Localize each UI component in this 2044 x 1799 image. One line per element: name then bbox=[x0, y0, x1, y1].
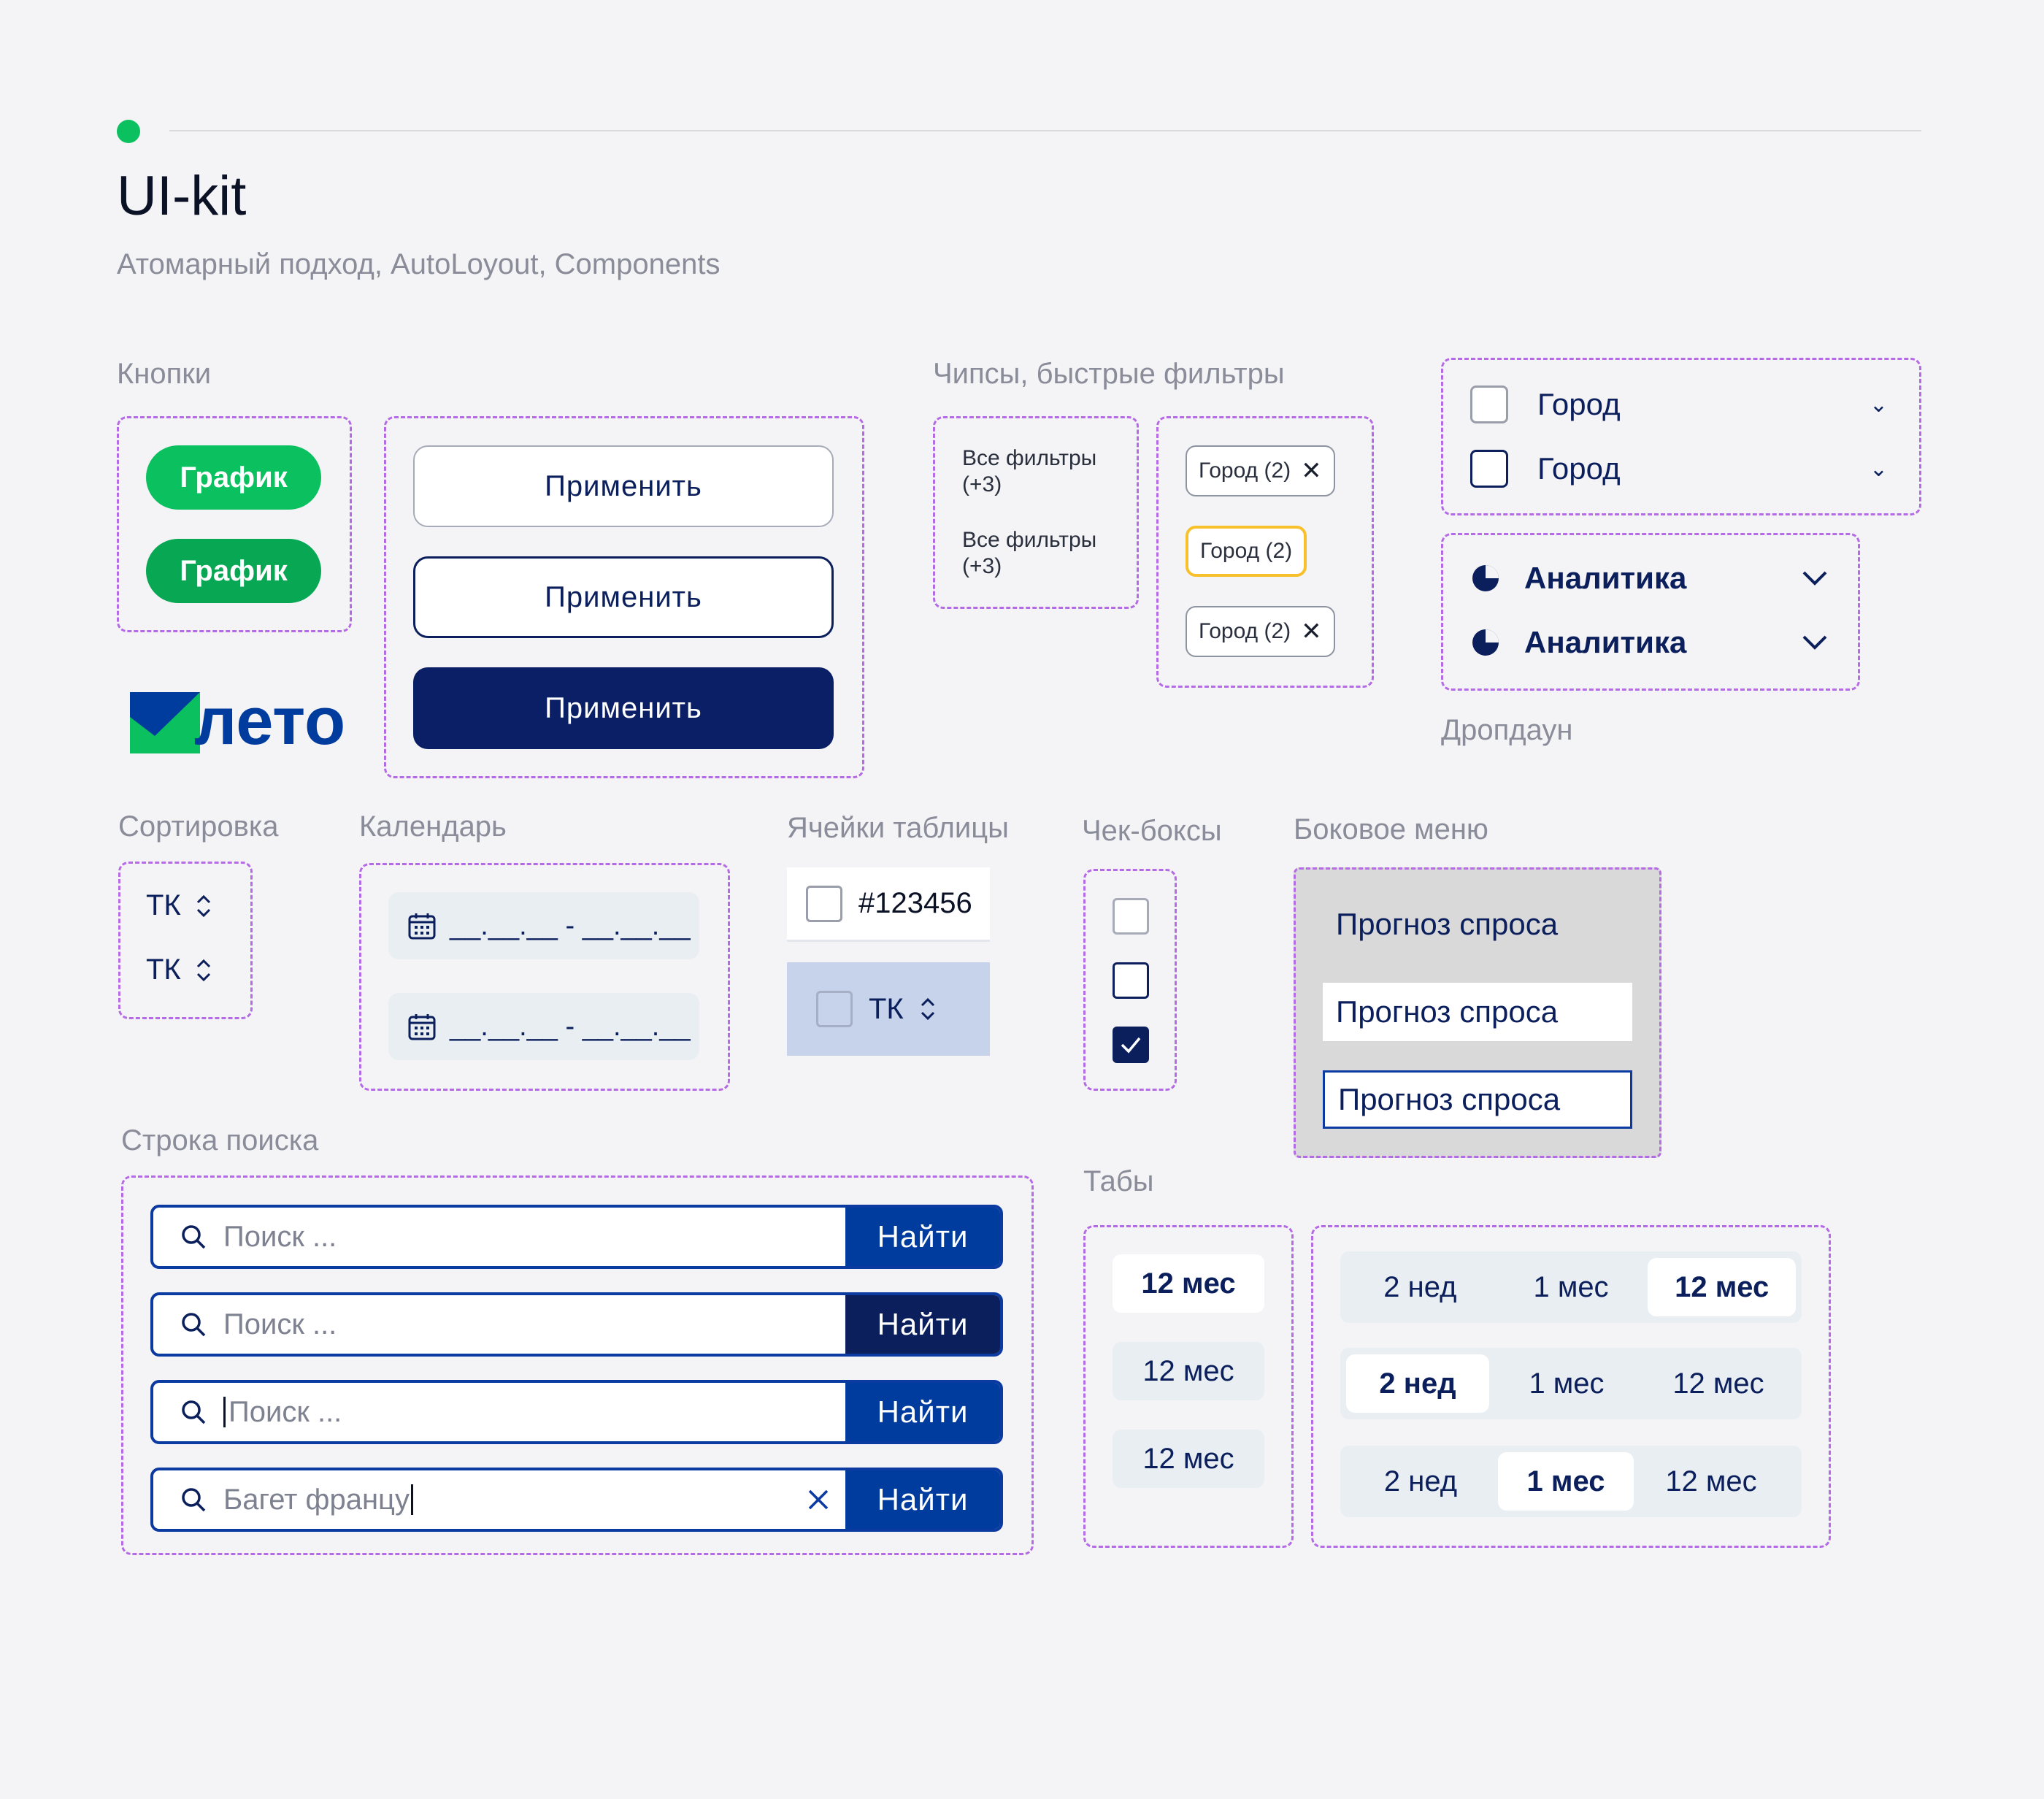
dropdown-city[interactable]: Город ⌄ bbox=[1470, 386, 1888, 423]
date-range-field-2[interactable]: __.__.__ - __.__.__ bbox=[388, 993, 699, 1060]
dropdown-analytics-frame bbox=[1441, 533, 1860, 691]
tab-group-2: 2 нед 1 мес 12 мес bbox=[1340, 1348, 1802, 1419]
sort-control[interactable]: ТК bbox=[146, 889, 212, 922]
section-label-dropdown: Дропдаун bbox=[1441, 714, 1573, 746]
search-icon bbox=[182, 1488, 206, 1512]
section-label-buttons: Кнопки bbox=[117, 358, 212, 390]
apply-button-default[interactable]: Применить bbox=[413, 445, 834, 527]
all-filters-chip-hover[interactable]: Все фильтры (+3) bbox=[962, 527, 1123, 580]
text-cursor bbox=[223, 1397, 226, 1427]
sort-control-active[interactable]: ТК bbox=[146, 954, 212, 986]
city-chip-removable-2[interactable]: Город (2) ✕ bbox=[1186, 606, 1335, 657]
section-label-calendar: Календарь bbox=[359, 810, 507, 843]
search-submit-button[interactable]: Найти bbox=[845, 1383, 1000, 1441]
dropdown-analytics-2[interactable]: Аналитика bbox=[1470, 625, 1828, 660]
section-label-chips: Чипсы, быстрые фильтры bbox=[933, 358, 1285, 390]
check-icon bbox=[1121, 1037, 1141, 1054]
checkbox-hover[interactable] bbox=[1113, 962, 1149, 999]
chart-button-pressed[interactable]: График bbox=[146, 539, 321, 603]
tab-1-month-selected[interactable]: 1 мес bbox=[1498, 1452, 1634, 1511]
search-input[interactable]: Поиск ... bbox=[223, 1221, 337, 1254]
section-label-checkboxes: Чек-боксы bbox=[1082, 815, 1222, 847]
apply-button-primary[interactable]: Применить bbox=[413, 667, 834, 749]
search-input[interactable]: Поиск ... bbox=[223, 1308, 337, 1341]
pie-chart-icon bbox=[1472, 565, 1499, 591]
tab-1-month[interactable]: 1 мес bbox=[1492, 1354, 1641, 1413]
logo-text: лето bbox=[194, 684, 346, 759]
tab-group-3: 2 нед 1 мес 12 мес bbox=[1340, 1446, 1802, 1517]
search-icon bbox=[182, 1225, 206, 1249]
sort-arrows-icon bbox=[196, 959, 210, 981]
tab-group-1: 2 нед 1 мес 12 мес bbox=[1340, 1251, 1802, 1323]
search-icon bbox=[182, 1400, 206, 1424]
search-submit-button[interactable]: Найти bbox=[845, 1208, 1000, 1266]
row-checkbox[interactable] bbox=[806, 885, 842, 922]
sort-arrows-icon bbox=[921, 997, 934, 1021]
search-input[interactable]: Багет францу bbox=[223, 1484, 410, 1516]
status-dot bbox=[117, 120, 140, 143]
city-chip-highlighted[interactable]: Город (2) bbox=[1186, 526, 1307, 577]
chevron-down-icon: ⌄ bbox=[1869, 456, 1888, 481]
page-title: UI-kit bbox=[117, 165, 247, 227]
sort-frame bbox=[118, 862, 253, 1019]
chevron-down-icon: ⌄ bbox=[1869, 392, 1888, 417]
tab-12-months-selected[interactable]: 12 мес bbox=[1648, 1258, 1797, 1316]
search-bar-default[interactable]: Поиск ... Найти bbox=[150, 1205, 1003, 1269]
logo-mark-icon bbox=[130, 692, 200, 753]
chevron-down-icon bbox=[1802, 635, 1827, 650]
section-label-search: Строка поиска bbox=[121, 1124, 319, 1156]
tab-1-month[interactable]: 1 мес bbox=[1497, 1258, 1645, 1316]
search-icon bbox=[182, 1313, 206, 1337]
side-menu-item-hover[interactable]: Прогноз спроса bbox=[1323, 983, 1632, 1041]
checkbox-checked[interactable] bbox=[1113, 1027, 1149, 1063]
header-divider bbox=[169, 130, 1921, 131]
chart-button[interactable]: График bbox=[146, 445, 321, 510]
dropdown-analytics[interactable]: Аналитика bbox=[1470, 561, 1828, 596]
dropdown-city-frame bbox=[1441, 358, 1921, 515]
tab-12-months[interactable]: 12 мес bbox=[1637, 1452, 1786, 1511]
chevron-down-icon bbox=[1802, 571, 1827, 586]
tab-12-months-active[interactable]: 12 мес bbox=[1113, 1254, 1264, 1313]
close-icon[interactable]: ✕ bbox=[1301, 617, 1322, 646]
tab-2-weeks[interactable]: 2 нед bbox=[1346, 1258, 1494, 1316]
search-submit-button[interactable]: Найти bbox=[845, 1470, 1000, 1529]
header-checkbox[interactable] bbox=[816, 991, 853, 1027]
table-cell-id[interactable]: #123456 bbox=[787, 867, 990, 942]
tab-2-weeks[interactable]: 2 нед bbox=[1346, 1452, 1495, 1511]
close-icon[interactable]: ✕ bbox=[1301, 456, 1322, 486]
dropdown-city-active[interactable]: Город ⌄ bbox=[1470, 450, 1888, 488]
search-bar-typing[interactable]: Багет францу Найти bbox=[150, 1468, 1003, 1532]
search-bar-focused[interactable]: Поиск ... Найти bbox=[150, 1380, 1003, 1444]
city-chip-removable[interactable]: Город (2) ✕ bbox=[1186, 445, 1335, 496]
calendar-icon bbox=[408, 913, 436, 940]
section-label-table-cells: Ячейки таблицы bbox=[787, 812, 1009, 844]
search-submit-button[interactable]: Найти bbox=[845, 1295, 1000, 1354]
checkbox-default[interactable] bbox=[1113, 898, 1149, 935]
tab-2-weeks-selected[interactable]: 2 нед bbox=[1346, 1354, 1489, 1413]
sort-arrows-icon bbox=[196, 894, 210, 917]
tab-12-months[interactable]: 12 мес bbox=[1113, 1342, 1264, 1400]
section-label-side-menu: Боковое меню bbox=[1294, 813, 1488, 845]
tab-12-months-2[interactable]: 12 мес bbox=[1113, 1430, 1264, 1488]
calendar-icon bbox=[408, 1014, 436, 1040]
table-cell-header-sort[interactable]: ТК bbox=[787, 962, 990, 1056]
search-input[interactable]: Поиск ... bbox=[228, 1396, 342, 1429]
pie-chart-icon bbox=[1472, 629, 1499, 656]
all-filters-chip[interactable]: Все фильтры (+3) bbox=[962, 445, 1123, 498]
section-label-sort: Сортировка bbox=[118, 810, 279, 843]
clear-icon[interactable] bbox=[806, 1487, 831, 1512]
page-subtitle: Атомарный подход, AutoLoyout, Components bbox=[117, 248, 721, 280]
section-label-tabs: Табы bbox=[1083, 1165, 1154, 1197]
side-menu-item-active[interactable]: Прогноз спроса bbox=[1323, 1070, 1632, 1129]
side-menu-item[interactable]: Прогноз спроса bbox=[1323, 895, 1632, 954]
tab-12-months[interactable]: 12 мес bbox=[1644, 1354, 1793, 1413]
dropdown-checkbox[interactable] bbox=[1470, 450, 1508, 488]
apply-button-hover[interactable]: Применить bbox=[413, 556, 834, 638]
text-cursor bbox=[410, 1484, 413, 1515]
date-range-field[interactable]: __.__.__ - __.__.__ bbox=[388, 892, 699, 959]
search-bar-hover[interactable]: Поиск ... Найти bbox=[150, 1292, 1003, 1357]
dropdown-checkbox[interactable] bbox=[1470, 386, 1508, 423]
